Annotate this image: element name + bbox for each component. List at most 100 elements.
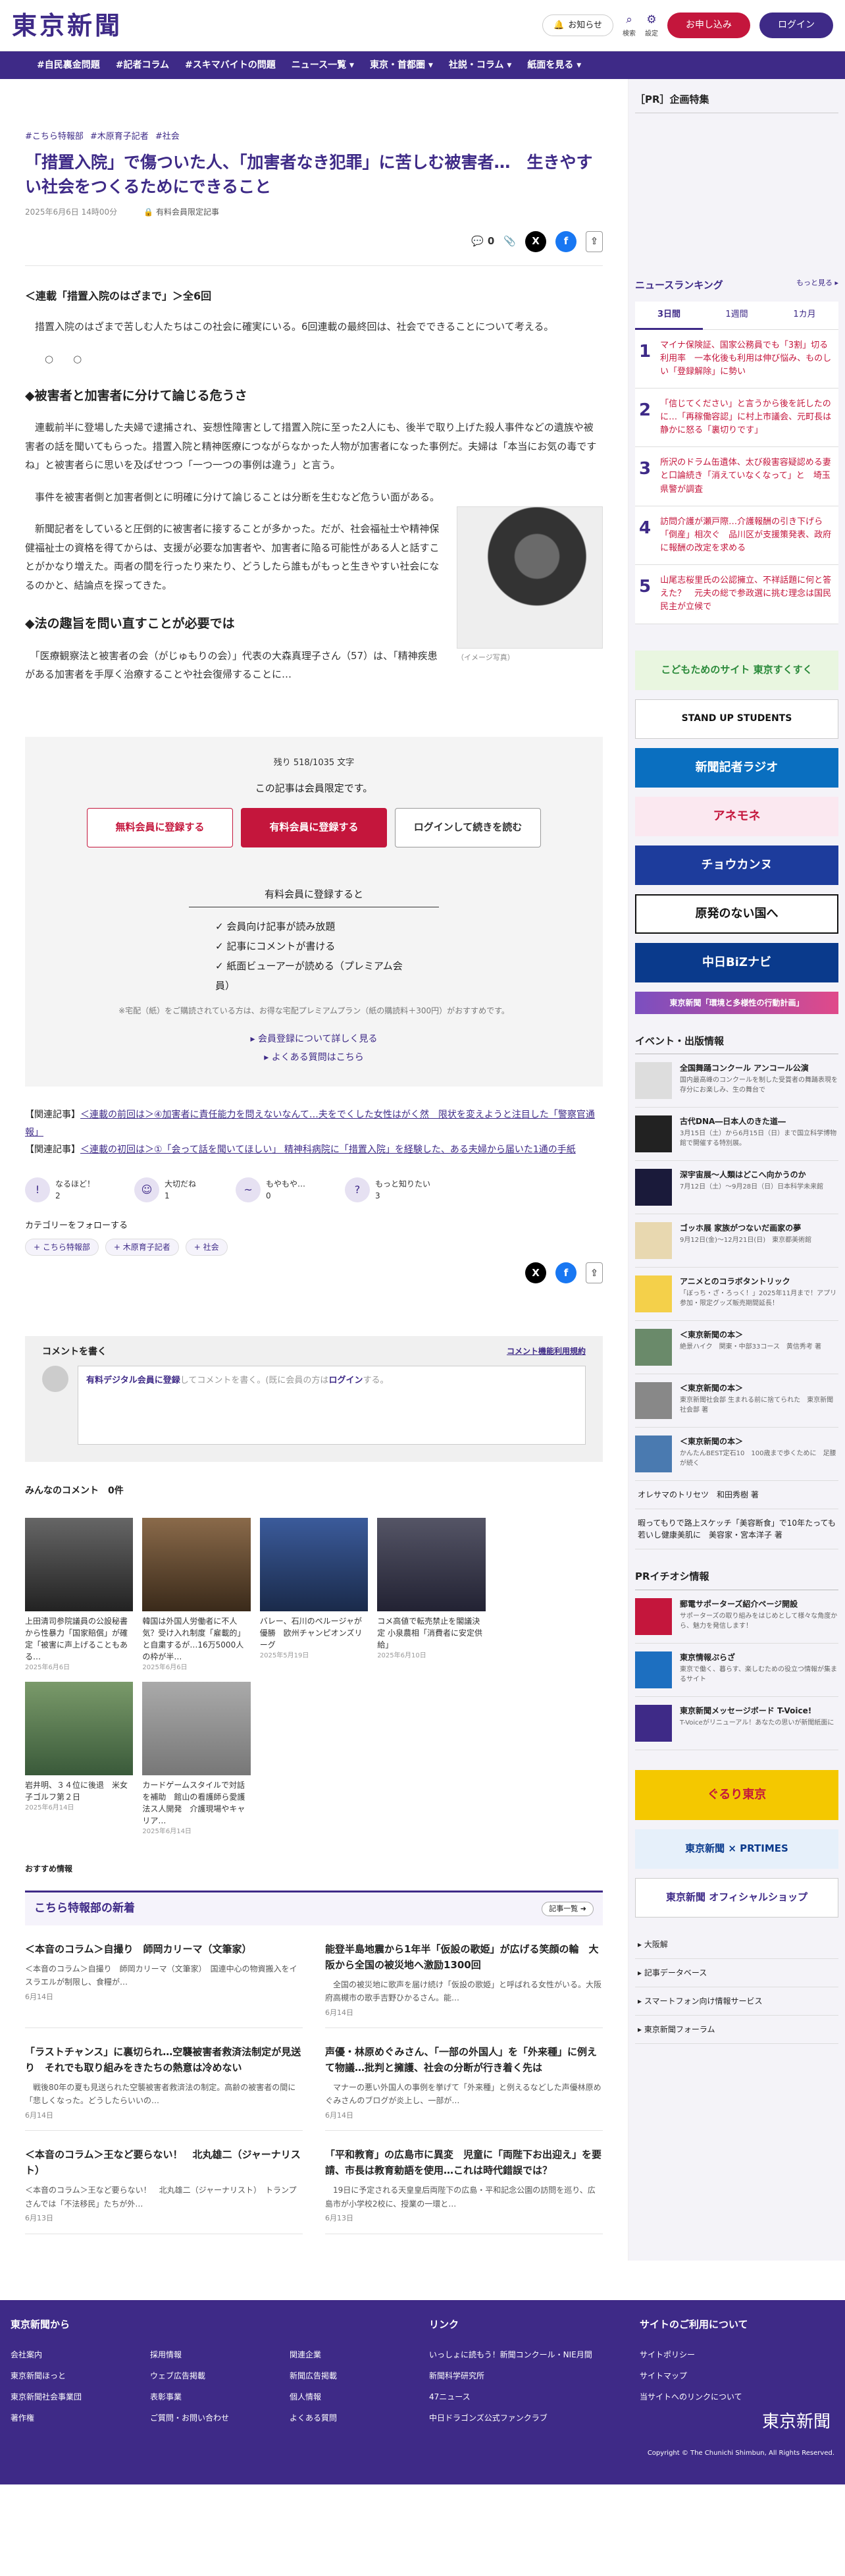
footer-link[interactable]: 表彰事業 — [150, 2391, 290, 2403]
ranking-item[interactable]: 3 所沢のドラム缶遺体、太び殺害容疑認める妻と口論続き「消えていなくなって」と 埼… — [635, 447, 838, 506]
event-item[interactable]: ＜東京新聞の本＞ かんたんBEST定石10 100歳まで歩くために 足腰が続く — [635, 1428, 838, 1482]
footer-link[interactable]: 採用情報 — [150, 2349, 290, 2361]
banner-gururi[interactable]: ぐるり東京 — [635, 1769, 838, 1820]
event-item[interactable]: 古代DNA―日本人のきた道― 3月15日（土）から6月15日（日）まで国立科学博物… — [635, 1108, 838, 1162]
follow-tag[interactable]: + 社会 — [185, 1239, 228, 1256]
tab-1month[interactable]: 1カ月 — [771, 302, 838, 330]
banner-shop[interactable]: 東京新聞 オフィシャルショップ — [635, 1877, 838, 1918]
special-item[interactable]: 「ラストチャンス」に裏切られ…空襲被害者救済法制定が見送り それでも取り組みをき… — [25, 2035, 303, 2132]
footer-link[interactable]: 中日ドラゴンズ公式ファンクラブ — [429, 2412, 640, 2424]
footer-link[interactable]: よくある質問 — [290, 2412, 429, 2424]
footer-link[interactable]: いっしょに読もう！新聞コンクール・NIE月間 — [429, 2349, 640, 2361]
event-item[interactable]: ＜東京新聞の本＞ 東京新聞社会部 生まれる前に捨てられた 東京新聞社会部 著 — [635, 1374, 838, 1428]
side-link[interactable]: ▸ 記事データベース — [635, 1959, 838, 1987]
comment-input[interactable]: 有料デジタル会員に登録してコメントを書く。(既に会員の方はログインする。 — [78, 1366, 586, 1445]
footer-link[interactable]: 東京新聞ほっと — [11, 2370, 150, 2382]
reaction-naruhodo[interactable]: ! なるほど！ 2 — [25, 1177, 95, 1202]
footer-logo[interactable]: 東京新聞 — [640, 2409, 831, 2435]
ranking-item[interactable]: 1 マイナ保険証、国家公務員でも「3割」切る利用率 一本化後も利用は伸び悩み、もの… — [635, 329, 838, 389]
article-tag[interactable]: #社会 — [155, 130, 180, 144]
nav-item[interactable]: ニュース一覧 ▾ — [292, 59, 354, 72]
notify-button[interactable]: 🔔 お知らせ — [542, 14, 613, 37]
news-card[interactable]: 韓国は外国人労働者に不人気？受け入れ制度「雇載的」と自粛するが…16万5000人… — [142, 1518, 251, 1673]
ranking-item[interactable]: 4 訪問介護が瀬戸際…介護報酬の引き下げら「倒産」相次ぐ 品川区が支援策発表、政府… — [635, 506, 838, 566]
reaction-motto[interactable]: ? もっと知りたい 3 — [345, 1177, 430, 1202]
tab-1week[interactable]: 1週間 — [703, 302, 771, 330]
event-item[interactable]: 全国舞踊コンクール アンコール公演 国内最高峰のコンクールを制した受賞者の舞踊表現… — [635, 1054, 838, 1108]
footer-link[interactable]: ウェブ広告掲載 — [150, 2370, 290, 2382]
footer-link[interactable]: 会社案内 — [11, 2349, 150, 2361]
site-logo[interactable]: 東京新聞 — [12, 7, 122, 44]
banner-radio[interactable]: 新聞記者ラジオ — [635, 747, 838, 788]
nav-item[interactable]: #記者コラム — [116, 59, 169, 72]
login-button[interactable]: ログイン — [759, 13, 833, 38]
share-icon[interactable]: ⇪ — [586, 1262, 603, 1284]
special-item[interactable]: ＜本音のコラム＞自撮り 師岡カリーマ（文筆家） ＜本音のコラム＞自撮り 師岡カリー… — [25, 1932, 303, 2029]
tab-3days[interactable]: 3日間 — [635, 302, 703, 330]
article-tag[interactable]: #こちら特報部 — [25, 130, 84, 144]
footer-link[interactable]: 当サイトへのリンクについて — [640, 2391, 831, 2403]
nav-item[interactable]: 社説・コラム ▾ — [449, 59, 511, 72]
news-card[interactable]: バレー、石川のペルージャが優勝 欧州チャンピオンズリーグ 2025年5月19日 — [259, 1518, 369, 1673]
pr-item[interactable]: 郵電サポーターズ紹介ページ開設 サポーターズの取り組みをはじめとして様々な角度から… — [635, 1590, 838, 1644]
book-link[interactable]: 暇ってもりで路上スケッチ「美容断食」で10年たっても若いし健康美肌に 美容家・宮… — [635, 1509, 838, 1550]
settings-button[interactable]: ⚙ 設定 — [645, 12, 658, 39]
footer-link[interactable]: ご質問・お問い合わせ — [150, 2412, 290, 2424]
book-link[interactable]: オレサマのトリセツ 和田秀樹 著 — [635, 1481, 838, 1510]
login-continue-button[interactable]: ログインして続きを読む — [395, 807, 541, 847]
news-card[interactable]: 上田清司参院議員の公設秘書から性暴力「国家賠償」が確定「被害に声上げることもある… — [25, 1518, 134, 1673]
nav-item[interactable]: #自民裏金問題 — [37, 59, 100, 72]
event-item[interactable]: ゴッホ展 家族がつないだ画家の夢 9月12日(金)〜12月21日(日) 東京都美術… — [635, 1214, 838, 1268]
side-link[interactable]: ▸ 大阪解 — [635, 1931, 838, 1959]
footer-link[interactable]: サイトマップ — [640, 2370, 831, 2382]
article-list-button[interactable]: 記事一覧 ➜ — [542, 1901, 594, 1917]
related-link[interactable]: ＜連載の前回は＞④加害者に責任能力を問えないなんて…夫をでくした女性はがく然 限… — [25, 1110, 595, 1138]
ranking-item[interactable]: 2 「信じてください」と言うから後を託したのに…「再稼働容認」に村上市議会、元町長… — [635, 388, 838, 448]
reaction-moyamoya[interactable]: ~ もやもや… 0 — [236, 1177, 305, 1202]
banner-genpatsu[interactable]: 原発のない国へ — [635, 894, 838, 934]
banner-anemone[interactable]: アネモネ — [635, 796, 838, 836]
banner-diversity[interactable]: 東京新聞「環境と多様性の行動計画」 — [635, 991, 838, 1014]
special-item[interactable]: 声優・林原めぐみさん、「一部の外国人」を「外来種」に例えて物議…批判と擁護、社会… — [325, 2035, 603, 2132]
article-tag[interactable]: #木原育子記者 — [90, 130, 149, 144]
footer-link[interactable]: 個人情報 — [290, 2391, 429, 2403]
footer-link[interactable]: 著作権 — [11, 2412, 150, 2424]
clip-icon[interactable]: 📎 — [503, 231, 516, 252]
banner-sukusuku[interactable]: こどもためのサイト 東京すくすく — [635, 650, 838, 690]
facebook-share-icon[interactable]: f — [555, 1262, 576, 1284]
follow-tag[interactable]: + 木原育子記者 — [105, 1239, 179, 1256]
pr-item[interactable]: 東京新聞メッセージボード T-Voice! T-Voiceがリニューアル！あなたの… — [635, 1697, 838, 1750]
footer-link[interactable]: サイトポリシー — [640, 2349, 831, 2361]
ranking-item[interactable]: 5 山尾志桜里氏の公認擁立、不祥話題に何と答えた？ 元夫の総で参政選に挑む理念は国… — [635, 565, 838, 624]
nav-item[interactable]: 東京・首都圏 ▾ — [370, 59, 433, 72]
special-item[interactable]: 「平和教育」の広島市に異変 児童に「両陛下お出迎え」を要請、市長は教育勅語を使用… — [325, 2137, 603, 2234]
special-item[interactable]: 能登半島地震から1年半「仮設の歌姫」が広げる笑顔の輪 大阪から全国の被災地へ激励… — [325, 1932, 603, 2029]
nav-item[interactable]: 紙面を見る ▾ — [527, 59, 581, 72]
event-item[interactable]: ＜東京新聞の本＞ 絶景ハイク 関東・中部33コース 黄信秀考 著 — [635, 1321, 838, 1375]
faq-link[interactable]: ▸ よくある質問はこちら — [264, 1052, 363, 1063]
ranking-more-link[interactable]: もっと見る ▸ — [796, 278, 838, 293]
share-icon[interactable]: ⇪ — [586, 230, 603, 252]
x-share-icon[interactable]: X — [525, 1262, 546, 1284]
news-card[interactable]: コメ高値で転売禁止を閣議決定 小泉農相「消費者に安定供給」 2025年6月10日 — [377, 1518, 486, 1673]
banner-chokanu[interactable]: チョウカンヌ — [635, 845, 838, 885]
search-button[interactable]: ⌕ 検索 — [623, 12, 636, 39]
comment-count-button[interactable]: 💬 0 — [471, 231, 494, 252]
side-link[interactable]: ▸ スマートフォン向け情報サービス — [635, 1987, 838, 2016]
paid-signup-button[interactable]: 有料会員に登録する — [241, 807, 387, 847]
pr-item[interactable]: 東京情報ぷらざ 東京で働く、暮らす、楽しむための役立つ情報が集まるサイト — [635, 1644, 838, 1697]
footer-link[interactable]: 47ニュース — [429, 2391, 640, 2403]
x-share-icon[interactable]: X — [525, 230, 546, 252]
event-item[interactable]: アニメとのコラボタントリック 「ぼっち・ざ・ろっく！」2025年11月まで！アプリ… — [635, 1268, 838, 1322]
free-signup-button[interactable]: 無料会員に登録する — [87, 807, 233, 847]
footer-link[interactable]: 新聞科学研究所 — [429, 2370, 640, 2382]
facebook-share-icon[interactable]: f — [555, 230, 576, 252]
reaction-taisetsu[interactable]: ☺ 大切だね 1 — [134, 1177, 196, 1202]
nav-item[interactable]: #スキマバイトの問題 — [185, 59, 276, 72]
footer-link[interactable]: 東京新聞社会事業団 — [11, 2391, 150, 2403]
special-item[interactable]: ＜本音のコラム＞王など要らない！ 北丸雄二（ジャーナリスト） ＜本音のコラム＞王な… — [25, 2137, 303, 2234]
article-photo[interactable] — [457, 506, 603, 649]
banner-bizNavi[interactable]: 中日BiZナビ — [635, 942, 838, 982]
banner-standup[interactable]: STAND UP STUDENTS — [635, 699, 838, 739]
follow-tag[interactable]: + こちら特報部 — [25, 1239, 99, 1256]
